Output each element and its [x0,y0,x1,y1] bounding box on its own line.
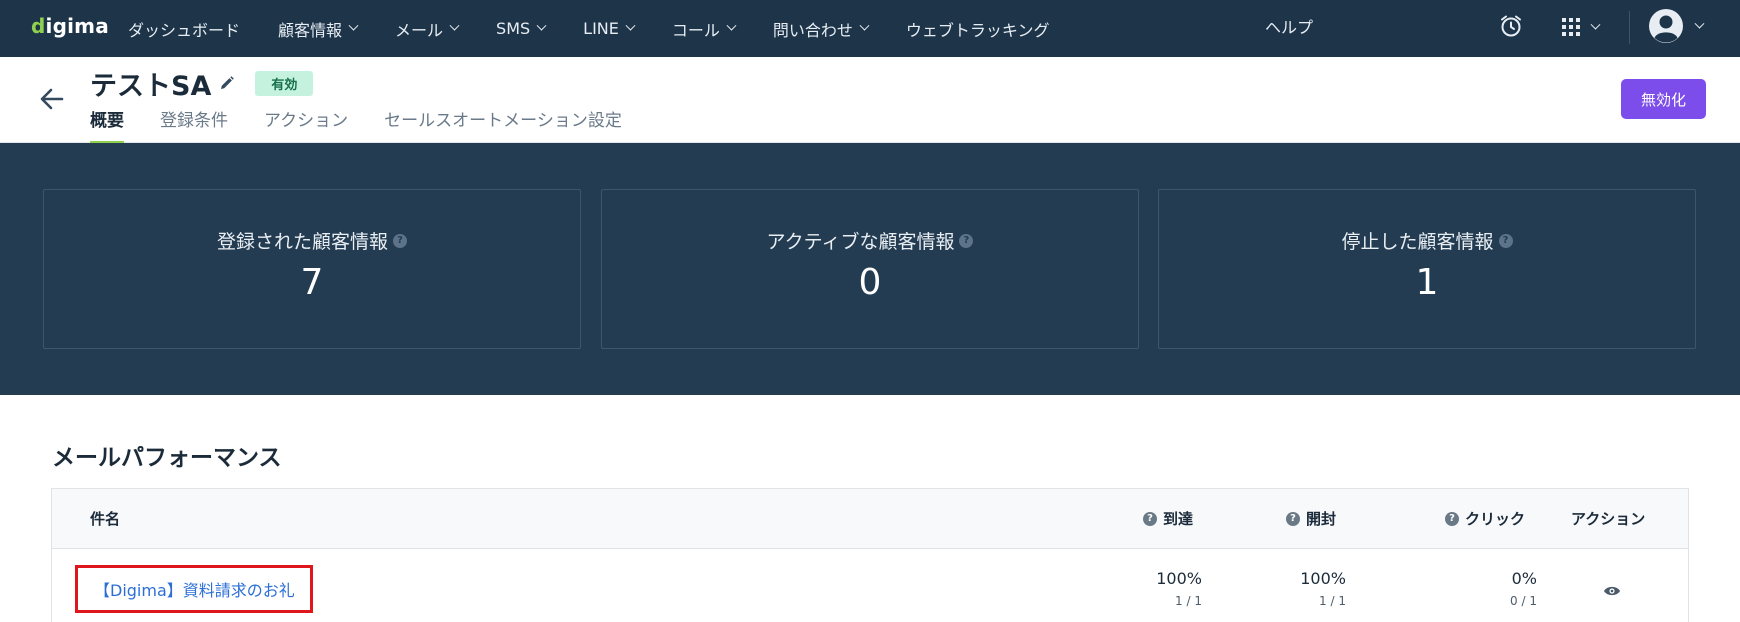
delivered-percent: 100% [1156,569,1202,588]
clicked-cell: 0% 0 / 1 [1510,569,1537,608]
stat-card-registered: 登録された顧客情報 ? 7 [43,189,581,349]
delivered-cell: 100% 1 / 1 [1156,569,1202,608]
column-header-clicked: ? クリック [1445,508,1525,529]
table-header: 件名 ? 到達 ? 開封 ? クリック アクション [52,489,1688,549]
column-header-subject: 件名 [90,510,121,528]
opened-count: 1 / 1 [1319,594,1346,608]
top-navigation-bar: d igima ダッシュボード 顧客情報 メール SMS LINE コール 問い合… [0,0,1740,57]
eye-icon[interactable] [1603,584,1621,598]
tab-sales-automation-settings[interactable]: セールスオートメーション設定 [384,106,622,143]
tab-overview[interactable]: 概要 [90,106,124,143]
disable-button[interactable]: 無効化 [1621,79,1706,119]
stat-value: 1 [1415,262,1439,303]
tab-actions[interactable]: アクション [264,106,348,143]
nav-item-mail[interactable]: メール [395,17,460,41]
title-row: テストSA 有効 [90,67,314,102]
help-question-icon[interactable]: ? [1286,511,1300,526]
column-header-action: アクション [1571,510,1646,528]
help-link[interactable]: ヘルプ [1265,14,1313,38]
opened-percent: 100% [1300,569,1346,588]
column-header-delivered: ? 到達 [1143,508,1193,529]
user-avatar-icon [1649,9,1683,43]
chevron-down-icon [625,20,636,31]
tab-bar: 概要 登録条件 アクション セールスオートメーション設定 [90,106,658,143]
stat-value: 0 [858,262,882,303]
clicked-percent: 0% [1511,569,1537,588]
clicked-count: 0 / 1 [1510,594,1537,608]
section-title-mail-performance: メールパフォーマンス [52,445,282,471]
back-arrow-icon[interactable] [38,85,66,113]
chevron-down-icon [859,20,870,31]
tab-registration-conditions[interactable]: 登録条件 [160,106,228,143]
digima-logo[interactable]: d igima [31,12,109,40]
nav-item-dashboard[interactable]: ダッシュボード [128,17,240,41]
table-row: 【Digima】資料請求のお礼 100% 1 / 1 100% 1 / 1 0%… [52,549,1688,622]
chevron-down-icon [536,20,547,31]
subject-highlight-box: 【Digima】資料請求のお礼 [75,565,313,613]
nav-divider [1629,11,1630,44]
apps-grid-icon [1562,18,1580,36]
chevron-down-icon [449,20,460,31]
nav-item-sms[interactable]: SMS [496,19,547,38]
main-menu: ダッシュボード 顧客情報 メール SMS LINE コール 問い合わせ ウェブト… [128,0,1087,57]
mail-subject-link[interactable]: 【Digima】資料請求のお礼 [94,577,295,601]
chevron-down-icon [1590,19,1601,30]
stat-card-active: アクティブな顧客情報 ? 0 [601,189,1139,349]
nav-item-web-tracking[interactable]: ウェブトラッキング [906,17,1050,41]
help-question-icon[interactable]: ? [959,233,974,248]
help-question-icon[interactable]: ? [1445,511,1459,526]
stat-value: 7 [300,262,324,303]
help-question-icon[interactable]: ? [1143,511,1157,526]
status-badge: 有効 [255,70,314,96]
nav-item-customer-info[interactable]: 顧客情報 [278,17,359,41]
page-header: テストSA 有効 概要 登録条件 アクション セールスオートメーション設定 無効… [0,57,1740,143]
edit-pencil-icon[interactable] [219,75,235,91]
stat-card-stopped: 停止した顧客情報 ? 1 [1158,189,1696,349]
chevron-down-icon [348,20,359,31]
user-menu-button[interactable] [1648,8,1714,44]
delivered-count: 1 / 1 [1175,594,1202,608]
stat-label: アクティブな顧客情報 [766,231,955,253]
stat-label: 登録された顧客情報 [216,231,388,253]
help-question-icon[interactable]: ? [1498,233,1513,248]
page-title: テストSA [90,70,212,102]
opened-cell: 100% 1 / 1 [1300,569,1346,608]
stats-panel: 登録された顧客情報 ? 7 アクティブな顧客情報 ? 0 停止した顧客情報 ? … [0,143,1740,395]
chevron-down-icon [726,20,737,31]
apps-menu-button[interactable] [1562,14,1608,40]
column-header-opened: ? 開封 [1286,508,1336,529]
nav-item-line[interactable]: LINE [583,19,636,38]
alarm-clock-icon[interactable] [1498,13,1524,39]
nav-item-call[interactable]: コール [672,17,737,41]
chevron-down-icon [1694,18,1705,29]
nav-item-inquiry[interactable]: 問い合わせ [773,17,870,41]
stat-label: 停止した顧客情報 [1341,231,1494,253]
mail-performance-table: 件名 ? 到達 ? 開封 ? クリック アクション 【Digima】資料請求のお礼 1… [51,488,1689,622]
help-question-icon[interactable]: ? [393,233,407,248]
